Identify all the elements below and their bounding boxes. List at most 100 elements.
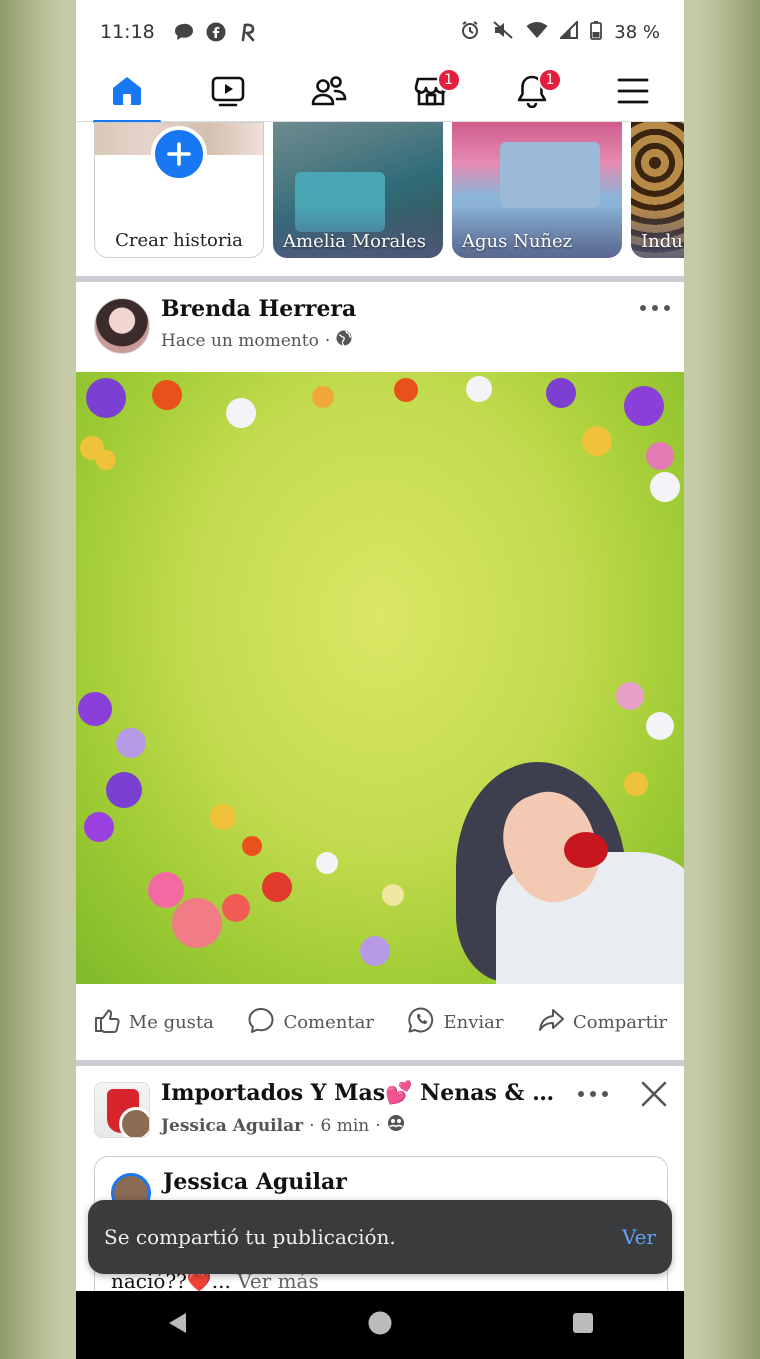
flower xyxy=(262,872,292,902)
signal-icon xyxy=(558,19,579,43)
flower xyxy=(96,450,116,470)
chat-bubble-icon xyxy=(173,21,195,43)
story-card[interactable]: Amelia Morales xyxy=(273,122,443,258)
flower xyxy=(624,386,664,426)
snackbar-message: Se compartió tu publicación. xyxy=(104,1225,396,1249)
snackbar: Se compartió tu publicación. Ver xyxy=(88,1200,672,1274)
flower xyxy=(222,894,250,922)
story-name: Indu xyxy=(641,231,683,252)
like-label: Me gusta xyxy=(128,1011,214,1033)
recents-square-icon xyxy=(572,1312,594,1338)
story-name: Amelia Morales xyxy=(283,231,426,252)
poster-mini-avatar xyxy=(119,1107,149,1137)
whatsapp-icon xyxy=(407,1006,435,1039)
nav-friends[interactable] xyxy=(289,64,369,122)
flower xyxy=(646,442,674,470)
thumbs-up-icon xyxy=(93,1006,121,1039)
group-post-options-button[interactable] xyxy=(578,1084,608,1104)
status-bar: 11:18 38 % xyxy=(76,0,684,64)
home-circle-icon xyxy=(367,1310,393,1340)
system-nav-bar xyxy=(76,1291,684,1359)
post-author[interactable]: Brenda Herrera xyxy=(161,296,356,322)
flower xyxy=(106,772,142,808)
dot xyxy=(602,1091,608,1097)
group-avatar[interactable] xyxy=(94,1082,150,1138)
share-label: Compartir xyxy=(573,1011,668,1033)
comment-label: Comentar xyxy=(283,1011,374,1033)
flower xyxy=(148,872,184,908)
home-system-button[interactable] xyxy=(350,1295,410,1355)
nav-marketplace[interactable]: 1 xyxy=(391,64,471,122)
top-nav: 1 1 xyxy=(76,64,684,123)
create-story-label: Crear historia xyxy=(115,230,243,251)
home-icon xyxy=(110,75,144,111)
meta-separator: · xyxy=(309,1115,315,1136)
rose xyxy=(564,832,608,868)
battery-icon xyxy=(590,20,603,44)
shared-author[interactable]: Jessica Aguilar xyxy=(163,1169,347,1195)
flower xyxy=(360,936,390,966)
group-post-time[interactable]: 6 min xyxy=(320,1116,369,1136)
menu-icon xyxy=(617,77,649,109)
status-right: 38 % xyxy=(460,19,660,44)
flower xyxy=(316,852,338,874)
friends-icon xyxy=(311,75,347,111)
nav-home[interactable] xyxy=(87,64,167,123)
flower xyxy=(242,836,262,856)
flower xyxy=(78,692,112,726)
flower xyxy=(152,380,182,410)
flower xyxy=(226,398,256,428)
like-button[interactable]: Me gusta xyxy=(93,1006,214,1039)
flower xyxy=(116,728,146,758)
story-image xyxy=(500,142,600,208)
hide-post-button[interactable] xyxy=(640,1080,668,1108)
dot xyxy=(640,305,646,311)
poster-name[interactable]: Jessica Aguilar xyxy=(161,1116,303,1136)
create-story-card[interactable]: Crear historia xyxy=(94,122,264,258)
recents-button[interactable] xyxy=(553,1295,613,1355)
flower xyxy=(312,386,334,408)
marketplace-badge: 1 xyxy=(436,67,461,92)
stories-tray: Crear historia Amelia Morales Agus Nuñez… xyxy=(76,122,684,276)
comment-button[interactable]: Comentar xyxy=(247,1006,374,1039)
flower xyxy=(394,378,418,402)
flower xyxy=(646,712,674,740)
post-time[interactable]: Hace un momento xyxy=(161,331,319,351)
nav-notifications[interactable]: 1 xyxy=(492,64,572,122)
post-header: Brenda Herrera Hace un momento · xyxy=(76,282,684,372)
flower xyxy=(210,804,236,830)
post-image[interactable] xyxy=(76,372,684,984)
author-avatar[interactable] xyxy=(94,298,150,354)
plus-icon xyxy=(151,126,207,182)
back-button[interactable] xyxy=(147,1295,207,1355)
flower xyxy=(624,772,648,796)
group-audience-icon xyxy=(387,1114,405,1137)
flower xyxy=(382,884,404,906)
meta-separator: · xyxy=(375,1115,381,1136)
flower xyxy=(616,682,644,710)
wifi-icon xyxy=(526,21,548,43)
share-icon xyxy=(537,1006,565,1039)
group-name[interactable]: Importados Y Mas💕 Nenas & Nene... xyxy=(161,1080,561,1106)
flower xyxy=(86,378,126,418)
dot xyxy=(664,305,670,311)
close-icon xyxy=(640,1081,668,1112)
post-options-button[interactable] xyxy=(640,298,670,318)
dot xyxy=(590,1091,596,1097)
nav-menu[interactable] xyxy=(593,64,673,122)
status-time: 11:18 xyxy=(100,21,155,43)
nav-video[interactable] xyxy=(188,64,268,122)
flower xyxy=(172,898,222,948)
video-icon xyxy=(211,75,245,111)
flower xyxy=(582,426,612,456)
story-card[interactable]: Indu xyxy=(631,122,684,258)
send-button[interactable]: Enviar xyxy=(407,1006,503,1039)
post-actions: Me gusta Comentar Enviar Compartir xyxy=(76,984,684,1060)
snackbar-view-button[interactable]: Ver xyxy=(622,1225,656,1249)
dot xyxy=(652,305,658,311)
story-card[interactable]: Agus Nuñez xyxy=(452,122,622,258)
share-button[interactable]: Compartir xyxy=(537,1006,667,1039)
back-triangle-icon xyxy=(166,1311,188,1339)
story-name: Agus Nuñez xyxy=(462,231,573,252)
flower xyxy=(466,376,492,402)
